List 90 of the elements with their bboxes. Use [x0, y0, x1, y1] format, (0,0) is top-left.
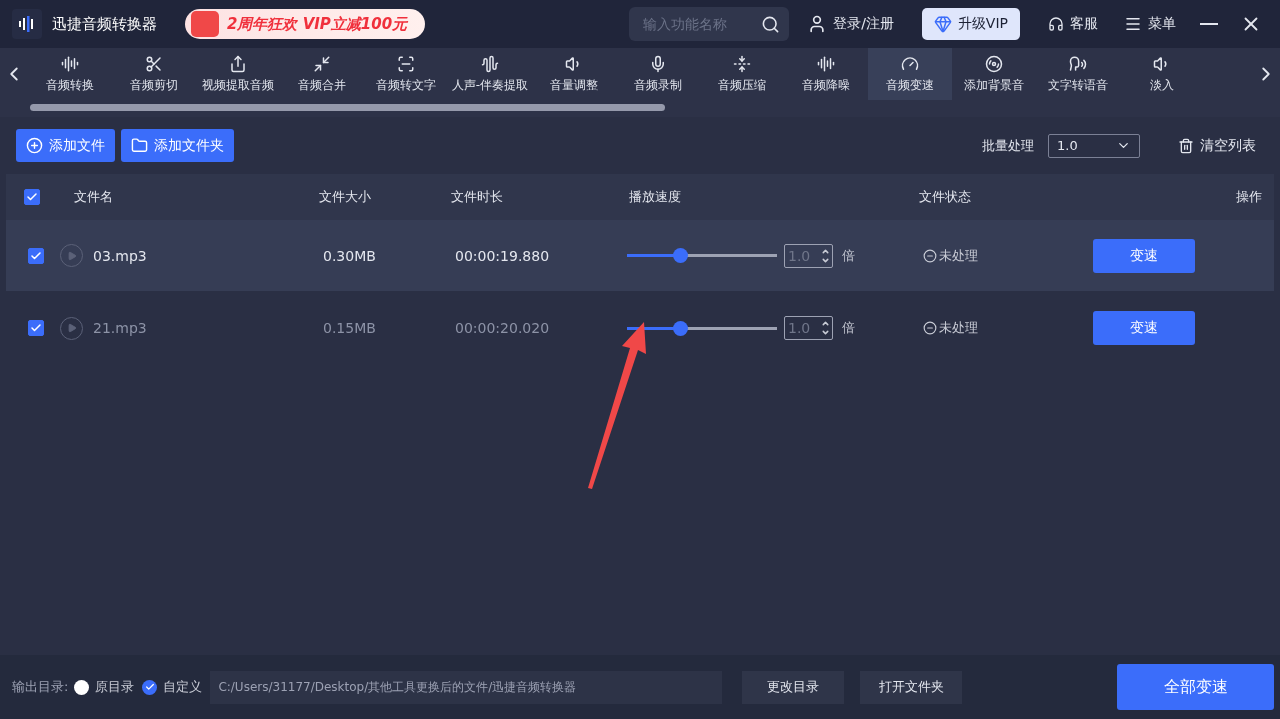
tool-tab[interactable]: 添加背景音 [952, 48, 1036, 100]
scan-frame-icon [397, 54, 415, 73]
scissors-icon [145, 54, 163, 73]
play-icon [66, 323, 77, 333]
menu-button[interactable]: 菜单 [1116, 15, 1184, 33]
app-title: 迅捷音频转换器 [52, 14, 157, 34]
vip-button[interactable]: 升级VIP [921, 8, 1020, 40]
tool-tab[interactable]: 音频压缩 [700, 48, 784, 100]
output-path-field[interactable]: C:/Users/31177/Desktop/其他工具更换后的文件/迅捷音频转换器 [210, 670, 723, 704]
file-row[interactable]: 03.mp3 0.30MB 00:00:19.880 1.0 倍 未处理 变速 [6, 220, 1274, 291]
file-row[interactable]: 21.mp3 0.15MB 00:00:20.020 1.0 倍 未处理 变速 [6, 291, 1274, 365]
tool-tab[interactable]: 音频变速 [868, 48, 952, 100]
open-folder-button[interactable]: 打开文件夹 [860, 670, 963, 704]
sound-wave-icon [817, 54, 835, 73]
speed-slider[interactable] [627, 248, 777, 263]
scrollbar-thumb[interactable] [30, 104, 665, 111]
tool-tab[interactable]: 文字转语音 [1036, 48, 1120, 100]
tool-tab[interactable]: 音频转换 [28, 48, 112, 100]
waveform-icon [481, 54, 499, 73]
app-logo-icon [12, 9, 42, 39]
sound-wave-icon [61, 54, 79, 73]
file-size: 0.15MB [323, 320, 377, 336]
file-duration: 00:00:20.020 [455, 320, 551, 336]
file-name: 03.mp3 [93, 247, 147, 264]
minus-circle-icon [923, 248, 937, 263]
check-icon [144, 682, 155, 692]
microphone-icon [649, 54, 667, 73]
play-icon [66, 250, 77, 261]
slider-thumb[interactable] [672, 248, 688, 263]
menu-icon [1124, 15, 1142, 33]
output-option[interactable]: 自定义 [142, 678, 203, 696]
convert-all-button[interactable]: 全部变速 [1117, 664, 1274, 710]
change-speed-button[interactable]: 变速 [1093, 238, 1195, 273]
file-size: 0.30MB [323, 247, 377, 264]
slider-thumb[interactable] [672, 320, 688, 336]
tool-tab[interactable]: 人声-伴奏提取 [448, 48, 532, 100]
search-icon [761, 15, 781, 34]
upload-icon [229, 54, 247, 73]
speech-icon [1069, 54, 1087, 73]
tool-tab[interactable]: 音频降噪 [784, 48, 868, 100]
speed-unit: 倍 [842, 319, 855, 337]
column-header: 文件状态 [919, 188, 972, 206]
clear-list-button[interactable]: 清空列表 [1170, 136, 1264, 155]
file-duration: 00:00:19.880 [455, 247, 551, 264]
disc-icon [985, 54, 1003, 73]
service-button[interactable]: 客服 [1040, 15, 1106, 33]
radio-button[interactable] [74, 679, 90, 695]
check-icon [26, 191, 38, 203]
plus-circle-icon [26, 137, 43, 154]
file-name: 21.mp3 [93, 320, 147, 336]
tool-tab[interactable]: 音频录制 [616, 48, 700, 100]
tool-tab[interactable]: 音频剪切 [112, 48, 196, 100]
tool-tab[interactable]: 视频提取音频 [196, 48, 280, 100]
output-option[interactable]: 原目录 [74, 678, 135, 696]
radio-button[interactable] [142, 679, 158, 695]
column-header: 文件名 [74, 188, 114, 206]
diamond-icon [933, 15, 952, 33]
minimize-icon [1200, 23, 1218, 25]
column-header: 操作 [1236, 188, 1263, 206]
compress-icon [733, 54, 751, 73]
shrink-arrows-icon [313, 54, 331, 73]
file-status: 未处理 [923, 319, 1093, 337]
speed-unit: 倍 [842, 246, 855, 265]
column-header: 文件大小 [319, 188, 372, 206]
row-checkbox[interactable] [28, 320, 44, 336]
column-header: 文件时长 [451, 188, 504, 206]
tool-tab[interactable]: 音量调整 [532, 48, 616, 100]
login-link[interactable]: 登录/注册 [799, 14, 902, 34]
change-speed-button[interactable]: 变速 [1093, 311, 1195, 345]
check-icon [30, 249, 42, 262]
folder-icon [131, 137, 148, 154]
select-all-checkbox[interactable] [24, 189, 40, 205]
batch-label: 批量处理 [982, 136, 1034, 155]
headset-icon [1048, 16, 1064, 32]
change-dir-button[interactable]: 更改目录 [742, 670, 845, 704]
file-status: 未处理 [923, 246, 1093, 265]
search-field[interactable]: 输入功能名称 [629, 7, 790, 41]
trash-icon [1178, 137, 1194, 154]
row-checkbox[interactable] [28, 247, 44, 264]
tool-tab[interactable]: 音频合并 [280, 48, 364, 100]
column-header: 播放速度 [629, 188, 682, 206]
tool-tab[interactable]: 淡入 [1120, 48, 1204, 100]
output-dir-label: 输出目录: [12, 678, 69, 696]
add-folder-button[interactable]: 添加文件夹 [121, 129, 234, 162]
batch-speed-select[interactable]: 1.0 [1048, 133, 1140, 158]
minus-circle-icon [923, 321, 937, 335]
tool-tab[interactable]: 音频转文字 [364, 48, 448, 100]
add-file-button[interactable]: 添加文件 [16, 129, 115, 162]
gauge-icon [901, 54, 919, 73]
check-icon [30, 322, 42, 334]
